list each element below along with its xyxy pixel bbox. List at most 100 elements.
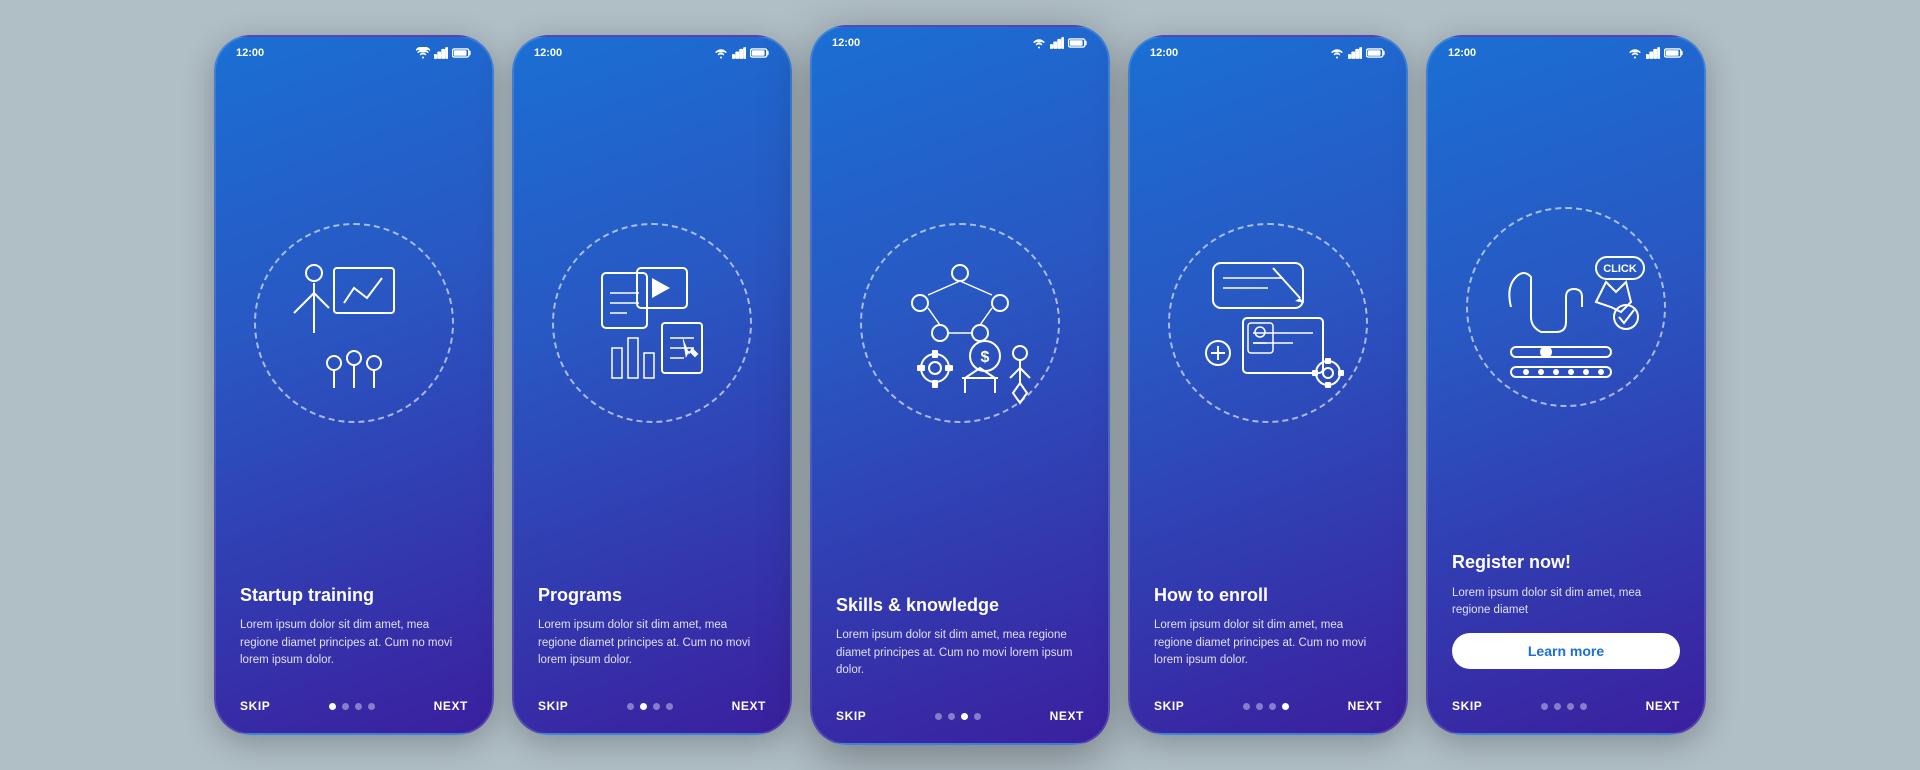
content-3: Skills & knowledge Lorem ipsum dolor sit…	[812, 594, 1108, 709]
screen-body-2: Lorem ipsum dolor sit dim amet, mea regi…	[538, 617, 766, 669]
next-button-4[interactable]: NEXT	[1348, 699, 1382, 713]
dots-3	[935, 713, 981, 720]
screen-title-2: Programs	[538, 584, 766, 607]
illustration-circle-3: $	[860, 223, 1060, 423]
screen-title-1: Startup training	[240, 584, 468, 607]
phone-screen-5: 12:00	[1426, 35, 1706, 735]
illustration-2	[514, 63, 790, 584]
register-now-illustration: CLICK	[1486, 227, 1646, 387]
screen-title-4: How to enroll	[1154, 584, 1382, 607]
dot-4-4	[1282, 703, 1289, 710]
svg-text:$: $	[981, 349, 990, 366]
status-icons-5	[1628, 47, 1684, 59]
status-icons-1	[416, 47, 472, 59]
bottom-nav-1: SKIP NEXT	[216, 699, 492, 733]
screens-container: 12:00	[214, 25, 1706, 745]
status-time-2: 12:00	[534, 47, 562, 59]
bottom-nav-3: SKIP NEXT	[812, 709, 1108, 743]
phone-screen-2: 12:00	[512, 35, 792, 735]
dots-5	[1541, 703, 1587, 710]
screen-title-5: Register now!	[1452, 551, 1680, 574]
dot-5-2	[1554, 703, 1561, 710]
dot-1-2	[342, 703, 349, 710]
battery-icon-2	[750, 47, 770, 59]
dot-1-4	[368, 703, 375, 710]
dot-3-4	[974, 713, 981, 720]
dot-2-3	[653, 703, 660, 710]
dot-2-2	[640, 703, 647, 710]
illustration-circle-5: CLICK	[1466, 207, 1666, 407]
dot-1-1	[329, 703, 336, 710]
dots-1	[329, 703, 375, 710]
status-bar-4: 12:00	[1130, 37, 1406, 63]
dots-4	[1243, 703, 1289, 710]
dot-5-1	[1541, 703, 1548, 710]
skills-knowledge-illustration: $	[875, 238, 1045, 408]
status-bar-1: 12:00	[216, 37, 492, 63]
illustration-circle-4	[1168, 223, 1368, 423]
content-2: Programs Lorem ipsum dolor sit dim amet,…	[514, 584, 790, 699]
screen-title-3: Skills & knowledge	[836, 594, 1084, 617]
wifi-icon-2	[714, 47, 728, 59]
programs-illustration	[572, 243, 732, 403]
skip-button-4[interactable]: SKIP	[1154, 699, 1184, 713]
how-to-enroll-illustration	[1188, 243, 1348, 403]
dot-2-4	[666, 703, 673, 710]
learn-more-button[interactable]: Learn more	[1452, 633, 1680, 669]
next-button-1[interactable]: NEXT	[434, 699, 468, 713]
wifi-icon-5	[1628, 47, 1642, 59]
dot-4-2	[1256, 703, 1263, 710]
status-icons-2	[714, 47, 770, 59]
status-icons-4	[1330, 47, 1386, 59]
dot-5-4	[1580, 703, 1587, 710]
dot-4-3	[1269, 703, 1276, 710]
wifi-icon-3	[1032, 37, 1046, 49]
illustration-1	[216, 63, 492, 584]
wifi-icon-4	[1330, 47, 1344, 59]
signal-icon-3	[1050, 37, 1064, 49]
battery-icon-3	[1068, 37, 1088, 49]
dot-3-2	[948, 713, 955, 720]
status-icons-3	[1032, 37, 1088, 49]
battery-icon-5	[1664, 47, 1684, 59]
dot-3-1	[935, 713, 942, 720]
illustration-circle-1	[254, 223, 454, 423]
dot-3-3	[961, 713, 968, 720]
skip-button-2[interactable]: SKIP	[538, 699, 568, 713]
next-button-2[interactable]: NEXT	[732, 699, 766, 713]
bottom-nav-4: SKIP NEXT	[1130, 699, 1406, 733]
status-bar-3: 12:00	[812, 27, 1108, 53]
phone-screen-4: 12:00	[1128, 35, 1408, 735]
skip-button-5[interactable]: SKIP	[1452, 699, 1482, 713]
battery-icon	[452, 47, 472, 59]
illustration-circle-2	[552, 223, 752, 423]
screen-body-5: Lorem ipsum dolor sit dim amet, mea regi…	[1452, 585, 1680, 620]
screen-body-3: Lorem ipsum dolor sit dim amet, mea regi…	[836, 627, 1084, 679]
screen-body-1: Lorem ipsum dolor sit dim amet, mea regi…	[240, 617, 468, 669]
illustration-3: $	[812, 53, 1108, 594]
content-1: Startup training Lorem ipsum dolor sit d…	[216, 584, 492, 699]
signal-icon	[434, 47, 448, 59]
content-4: How to enroll Lorem ipsum dolor sit dim …	[1130, 584, 1406, 699]
illustration-4	[1130, 63, 1406, 584]
bottom-nav-5: SKIP NEXT	[1428, 699, 1704, 733]
wifi-icon	[416, 47, 430, 59]
startup-training-illustration	[274, 243, 434, 403]
status-time-5: 12:00	[1448, 47, 1476, 59]
bottom-nav-2: SKIP NEXT	[514, 699, 790, 733]
next-button-3[interactable]: NEXT	[1050, 709, 1084, 723]
skip-button-3[interactable]: SKIP	[836, 709, 866, 723]
status-time-4: 12:00	[1150, 47, 1178, 59]
status-time-1: 12:00	[236, 47, 264, 59]
phone-screen-3: 12:00	[810, 25, 1110, 745]
signal-icon-5	[1646, 47, 1660, 59]
screen-body-4: Lorem ipsum dolor sit dim amet, mea regi…	[1154, 617, 1382, 669]
content-5: Register now! Lorem ipsum dolor sit dim …	[1428, 551, 1704, 699]
dots-2	[627, 703, 673, 710]
skip-button-1[interactable]: SKIP	[240, 699, 270, 713]
signal-icon-4	[1348, 47, 1362, 59]
status-bar-5: 12:00	[1428, 37, 1704, 63]
status-time-3: 12:00	[832, 37, 860, 49]
next-button-5[interactable]: NEXT	[1646, 699, 1680, 713]
dot-5-3	[1567, 703, 1574, 710]
